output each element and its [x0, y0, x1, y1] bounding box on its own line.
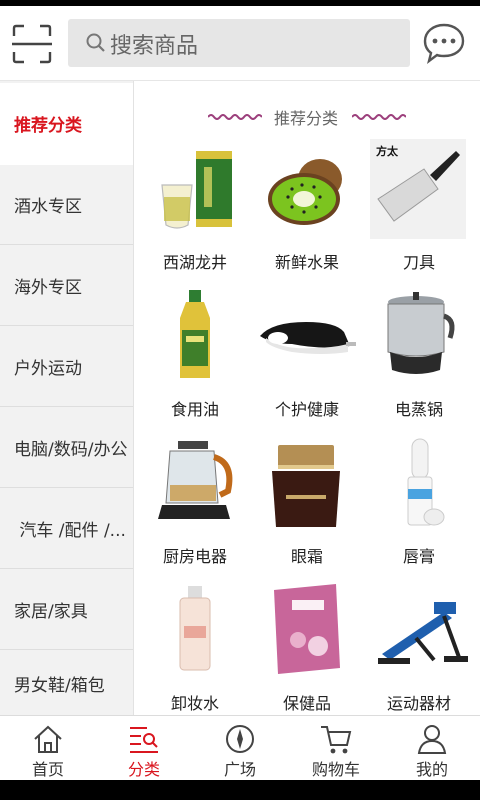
sidebar-item-label: 海外专区	[14, 278, 82, 298]
product-tea[interactable]: 西湖龙井	[140, 139, 250, 279]
section-title: 推荐分类	[134, 103, 480, 129]
tab-label: 广场	[223, 760, 256, 779]
steamer-icon	[387, 292, 455, 374]
tab-category[interactable]: 分类	[96, 716, 192, 780]
product-label: 保健品	[282, 694, 331, 713]
product-label: 唇膏	[402, 547, 435, 566]
sidebar-item-label: 男女鞋/箱包	[14, 675, 105, 696]
bottom-tab-bar: 首页 分类 广场 购物车 我的	[0, 715, 480, 780]
product-label: 电蒸锅	[394, 400, 443, 419]
search-input[interactable]: 搜索商品	[110, 28, 198, 60]
tab-square[interactable]: 广场	[192, 716, 288, 780]
product-knife[interactable]: 方太 刀具	[364, 139, 474, 279]
product-label: 个护健康	[274, 400, 339, 419]
sidebar-item-label: 户外运动	[14, 359, 82, 379]
product-label: 眼霜	[290, 547, 323, 566]
tab-home[interactable]: 首页	[0, 716, 96, 780]
product-label: 西湖龙井	[162, 253, 227, 272]
sidebar-item-computer[interactable]: 电脑/数码/办公	[0, 408, 133, 488]
category-sidebar: 推荐分类 酒水专区 海外专区 户外运动 电脑/数码/办公 汽车 /配件 /...…	[0, 81, 134, 715]
sidebar-item-label: 酒水专区	[14, 197, 82, 217]
top-bar: 搜索商品	[0, 6, 480, 81]
product-health[interactable]: 保健品	[252, 580, 362, 715]
product-label: 食用油	[170, 400, 219, 419]
product-oil[interactable]: 食用油	[140, 286, 250, 426]
tab-label: 购物车	[311, 760, 360, 779]
product-label: 运动器材	[386, 694, 451, 713]
category-icon	[130, 727, 158, 753]
tab-profile[interactable]: 我的	[384, 716, 480, 780]
eye-cream-icon	[272, 445, 340, 527]
sidebar-item-label: 家居/家具	[14, 602, 88, 622]
sidebar-item-label: 电脑/数码/办公	[14, 440, 128, 460]
makeup-remover-icon	[179, 586, 211, 671]
message-icon[interactable]	[422, 22, 466, 64]
system-nav-bar	[0, 780, 480, 800]
cart-icon	[321, 726, 352, 754]
sidebar-item-outdoor[interactable]: 户外运动	[0, 327, 133, 407]
product-fruit[interactable]: 新鲜水果	[252, 139, 362, 279]
lip-balm-icon	[407, 438, 445, 526]
compass-icon	[226, 725, 254, 753]
massager-icon	[260, 322, 356, 354]
product-fitness[interactable]: 运动器材	[364, 580, 474, 715]
section-title-text: 推荐分类	[274, 109, 339, 128]
tea-icon	[161, 151, 232, 229]
tab-cart[interactable]: 购物车	[288, 716, 384, 780]
sidebar-item-liquor[interactable]: 酒水专区	[0, 165, 133, 245]
kiwi-icon	[268, 159, 342, 225]
tab-label: 分类	[127, 760, 160, 779]
sidebar-item-label: 推荐分类	[14, 116, 82, 136]
sidebar-item-overseas[interactable]: 海外专区	[0, 246, 133, 326]
fitness-bench-icon	[378, 602, 468, 664]
product-kitchen-appliance[interactable]: 厨房电器	[140, 433, 250, 573]
sidebar-item-furniture[interactable]: 家居/家具	[0, 570, 133, 650]
wave-decoration	[208, 114, 262, 120]
product-eye-cream[interactable]: 眼霜	[252, 433, 362, 573]
knife-brand-text: 方太	[376, 144, 399, 158]
kettle-icon	[158, 441, 233, 519]
product-makeup-remover[interactable]: 卸妆水	[140, 580, 250, 715]
sidebar-item-auto[interactable]: 汽车 /配件 /...	[0, 489, 133, 569]
sidebar-item-label: 汽车 /配件 /...	[14, 521, 126, 541]
product-lip-balm[interactable]: 唇膏	[364, 433, 474, 573]
product-label: 卸妆水	[170, 694, 219, 713]
oil-bottle-icon	[180, 290, 210, 378]
sidebar-item-shoes-bags[interactable]: 男女鞋/箱包	[0, 651, 133, 715]
knife-icon: 方太	[370, 139, 466, 239]
product-personal-care[interactable]: 个护健康	[252, 286, 362, 426]
user-icon	[417, 725, 447, 754]
tab-label: 首页	[31, 760, 64, 779]
product-label: 新鲜水果	[274, 253, 339, 272]
search-bar[interactable]: 搜索商品	[68, 19, 410, 67]
product-label: 刀具	[402, 253, 435, 272]
product-label: 厨房电器	[162, 547, 227, 566]
wave-decoration	[352, 114, 406, 120]
search-icon	[86, 33, 105, 52]
product-steamer[interactable]: 电蒸锅	[364, 286, 474, 426]
sidebar-item-recommended[interactable]: 推荐分类	[0, 83, 133, 165]
tab-label: 我的	[415, 760, 448, 779]
category-content: 推荐分类 西湖龙井 新鲜水果 方太 刀具 食用油 个护健康 电蒸锅 厨房电器 眼…	[134, 81, 480, 715]
home-icon	[34, 725, 62, 753]
scan-icon[interactable]	[12, 24, 52, 64]
health-tea-icon	[274, 584, 340, 674]
